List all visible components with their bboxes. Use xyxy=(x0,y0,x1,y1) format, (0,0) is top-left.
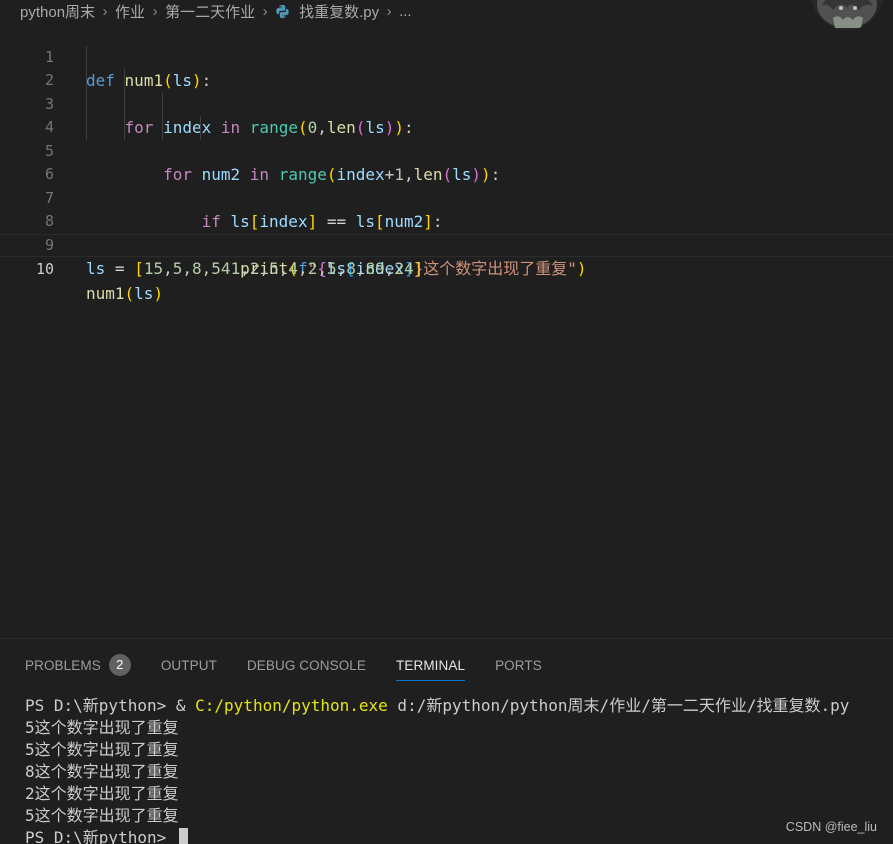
panel-tabs: PROBLEMS 2 OUTPUT DEBUG CONSOLE TERMINAL… xyxy=(25,651,572,681)
python-file-icon xyxy=(275,4,290,19)
terminal-prompt-line: PS D:\新python> xyxy=(25,827,885,844)
indent-guide xyxy=(86,69,87,93)
breadcrumb-item-python-weekend[interactable]: python周末 xyxy=(20,1,95,22)
code-line: 2 for index in range(0,len(ls)): xyxy=(0,45,893,137)
indent-guide xyxy=(200,116,201,140)
tab-label: OUTPUT xyxy=(160,657,217,673)
tab-terminal[interactable]: TERMINAL xyxy=(396,651,466,681)
indent-guide xyxy=(124,116,125,140)
terminal-output-line: 5这个数字出现了重复 xyxy=(25,740,179,759)
tab-label: DEBUG CONSOLE xyxy=(246,657,367,673)
code-editor[interactable]: 1 def num1(ls): 2 for index in range(0,l… xyxy=(0,22,893,638)
tab-label: PROBLEMS xyxy=(25,657,101,673)
terminal-output-line: 2这个数字出现了重复 xyxy=(25,784,179,803)
terminal[interactable]: PS D:\新python> & C:/python/python.exe d:… xyxy=(25,695,885,844)
terminal-prompt: PS D:\新python> xyxy=(25,828,176,844)
indent-guide xyxy=(124,69,125,93)
code-line: 4 if ls[index] == ls[num2]: xyxy=(0,92,893,231)
breadcrumb-item-homework[interactable]: 作业 xyxy=(115,1,145,22)
indent-guide xyxy=(162,92,163,116)
indent-guide xyxy=(124,92,125,116)
tab-debug-console[interactable]: DEBUG CONSOLE xyxy=(247,651,366,679)
code-line: 7 xyxy=(0,163,893,207)
breadcrumb-item-day12-homework[interactable]: 第一二天作业 xyxy=(165,1,255,22)
terminal-output-line: 5这个数字出现了重复 xyxy=(25,806,179,825)
chevron-right-icon: › xyxy=(152,2,158,20)
breadcrumb-item-file[interactable]: 找重复数.py xyxy=(299,1,379,22)
chevron-right-icon: › xyxy=(386,2,392,20)
code-text: num1(ls) xyxy=(86,283,164,303)
indent-guide xyxy=(86,116,87,140)
chevron-right-icon: › xyxy=(262,2,268,20)
tab-output[interactable]: OUTPUT xyxy=(161,651,217,679)
tab-label: TERMINAL xyxy=(396,657,466,673)
code-line: 1 def num1(ls): xyxy=(0,22,893,91)
terminal-output-line: 5这个数字出现了重复 xyxy=(25,718,179,737)
chevron-right-icon: › xyxy=(102,2,108,20)
code-line: 9 ls = [15,5,8,541,2,5,4,2,5,8,89,24] xyxy=(0,210,893,279)
terminal-call-operator: & xyxy=(175,696,196,715)
code-line: 6 xyxy=(0,140,893,183)
problems-count-badge: 2 xyxy=(108,654,131,676)
terminal-argument: d:/新python/python周末/作业/第一二天作业/找重复数.py xyxy=(387,696,850,715)
terminal-executable: C:/python/python.exe xyxy=(195,696,388,715)
terminal-prompt: PS D:\新python> xyxy=(25,696,176,715)
code-line: 8 xyxy=(0,187,893,230)
breadcrumb-ellipsis[interactable]: ... xyxy=(399,3,412,20)
code-line: 5 print(f"{ls[index]}这个数字出现了重复") xyxy=(0,116,893,278)
line-number: 10 xyxy=(35,260,54,278)
code-text: ls = [15,5,8,541,2,5,4,2,5,8,89,24] xyxy=(86,259,424,278)
code-line-current: 10 num1(ls) xyxy=(0,233,893,303)
bottom-panel: PROBLEMS 2 OUTPUT DEBUG CONSOLE TERMINAL… xyxy=(0,638,893,844)
watermark: CSDN @fiee_liu xyxy=(785,820,877,834)
terminal-command-line: PS D:\新python> & C:/python/python.exe d:… xyxy=(25,695,885,717)
breadcrumb: python周末 › 作业 › 第一二天作业 › 找重复数.py › ... xyxy=(0,0,893,22)
tab-ports[interactable]: PORTS xyxy=(495,651,542,679)
indent-guide xyxy=(162,116,163,140)
tab-label: PORTS xyxy=(495,657,542,673)
terminal-output-line: 8这个数字出现了重复 xyxy=(25,762,179,781)
code-line: 3 for num2 in range(index+1,len(ls)): xyxy=(0,69,893,184)
terminal-cursor xyxy=(178,828,188,844)
indent-guide xyxy=(86,92,87,116)
tab-problems[interactable]: PROBLEMS 2 xyxy=(25,651,131,679)
indent-guide xyxy=(86,45,87,69)
